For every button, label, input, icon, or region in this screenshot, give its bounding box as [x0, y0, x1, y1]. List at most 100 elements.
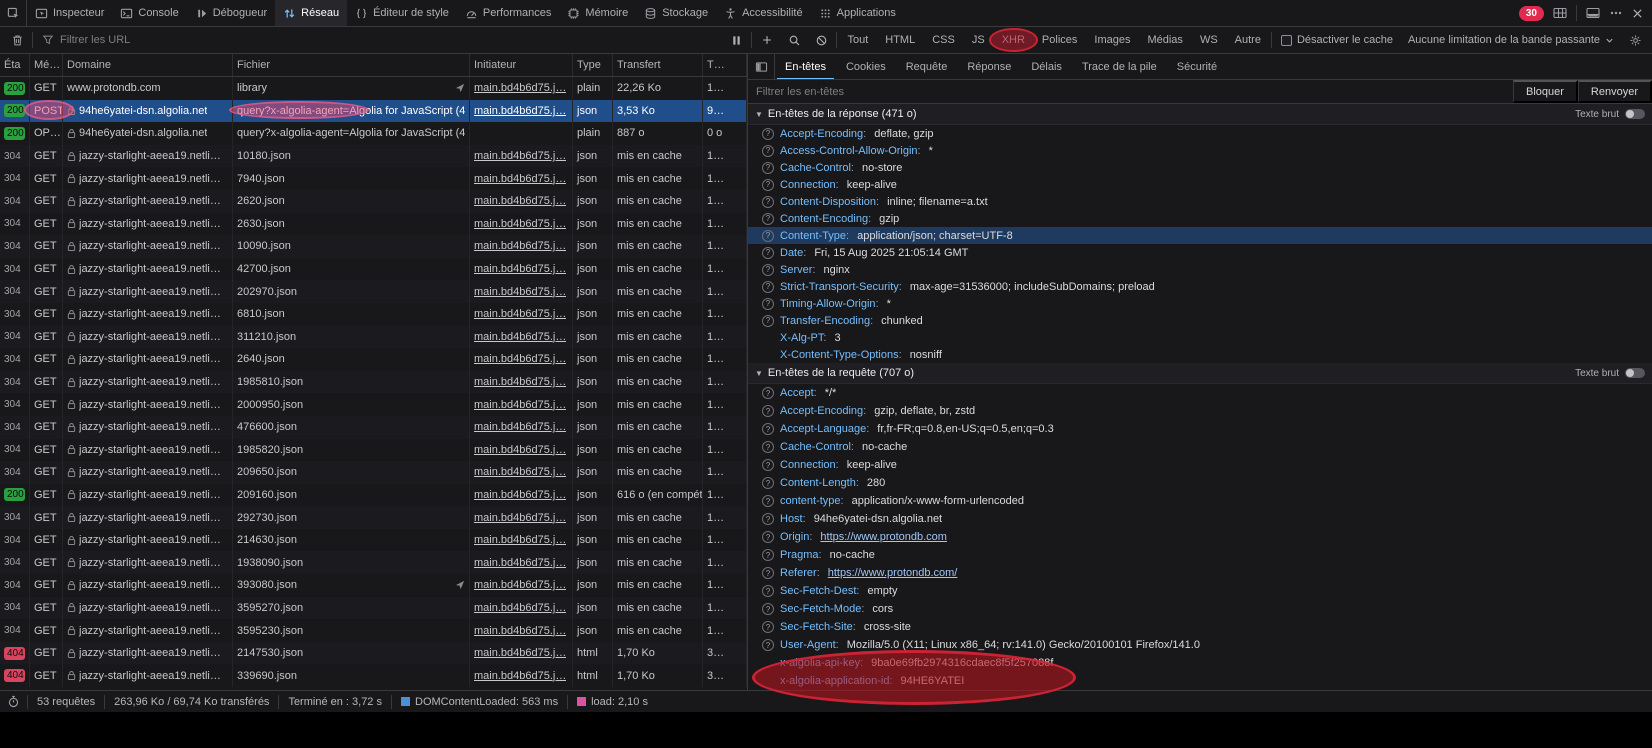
tab-cookies[interactable]: Cookies: [836, 54, 896, 79]
table-row[interactable]: 404 GET jazzy-starlight-aeea19.netli… 33…: [0, 664, 747, 687]
tab-requete[interactable]: Requête: [896, 54, 958, 79]
table-row[interactable]: 304 GET jazzy-starlight-aeea19.netli… 47…: [0, 416, 747, 439]
initiator-link[interactable]: main.bd4b6d75.j…: [474, 218, 566, 230]
header-row[interactable]: X-Content-Type-Options nosniff: [748, 346, 1652, 363]
pick-element-button[interactable]: [0, 0, 27, 26]
header-row[interactable]: Server nginx: [748, 261, 1652, 278]
header-row[interactable]: Sec-Fetch-Site cross-site: [748, 618, 1652, 636]
table-row[interactable]: 200 GET www.protondb.com library main.: [0, 77, 747, 100]
header-row[interactable]: Access-Control-Allow-Origin *: [748, 142, 1652, 159]
filter-tout[interactable]: Tout: [841, 32, 874, 48]
table-row[interactable]: 304 GET jazzy-starlight-aeea19.netli… 19…: [0, 371, 747, 394]
table-row[interactable]: 200 GET jazzy-starlight-aeea19.netli… 20…: [0, 484, 747, 507]
filter-ws[interactable]: WS: [1194, 32, 1224, 48]
initiator-cell[interactable]: main.bd4b6d75.j…: [470, 348, 573, 371]
initiator-link[interactable]: main.bd4b6d75.j…: [474, 647, 566, 659]
tab-securite[interactable]: Sécurité: [1167, 54, 1227, 79]
header-row[interactable]: Accept-Encoding gzip, deflate, br, zstd: [748, 402, 1652, 420]
table-row[interactable]: 304 GET jazzy-starlight-aeea19.netli… 10…: [0, 235, 747, 258]
filter-js[interactable]: JS: [966, 32, 991, 48]
header-row[interactable]: Content-Encoding gzip: [748, 210, 1652, 227]
initiator-link[interactable]: main.bd4b6d75.j…: [474, 512, 566, 524]
table-row[interactable]: 404 GET jazzy-starlight-aeea19.netli… 21…: [0, 642, 747, 665]
column-header-initiator[interactable]: Initiateur: [470, 54, 573, 76]
table-row[interactable]: 304 GET jazzy-starlight-aeea19.netli… 26…: [0, 348, 747, 371]
resend-button[interactable]: Renvoyer: [1578, 80, 1652, 103]
header-row[interactable]: Origin https://www.protondb.com: [748, 528, 1652, 546]
table-row[interactable]: 304 GET jazzy-starlight-aeea19.netli… 35…: [0, 619, 747, 642]
initiator-link[interactable]: main.bd4b6d75.j…: [474, 173, 566, 185]
header-row[interactable]: Content-Disposition inline; filename=a.t…: [748, 193, 1652, 210]
error-count-badge[interactable]: 30: [1519, 6, 1544, 21]
tab-performances[interactable]: Performances: [457, 0, 559, 26]
filter-xhr[interactable]: XHR: [996, 32, 1031, 48]
header-row[interactable]: Accept-Language fr,fr-FR;q=0.8,en-US;q=0…: [748, 420, 1652, 438]
table-row[interactable]: 304 GET jazzy-starlight-aeea19.netli… 42…: [0, 258, 747, 281]
throttling-select[interactable]: Aucune limitation de la bande passante: [1402, 34, 1620, 46]
header-row[interactable]: Date Fri, 15 Aug 2025 21:05:14 GMT: [748, 244, 1652, 261]
tab-memoire[interactable]: Mémoire: [559, 0, 636, 26]
header-row[interactable]: Transfer-Encoding chunked: [748, 312, 1652, 329]
initiator-link[interactable]: main.bd4b6d75.j…: [474, 625, 566, 637]
header-row[interactable]: content-type application/x-www-form-urle…: [748, 492, 1652, 510]
column-header-method[interactable]: Mé…: [30, 54, 63, 76]
tab-reponse[interactable]: Réponse: [957, 54, 1021, 79]
performance-analysis-button[interactable]: [0, 695, 27, 708]
table-row[interactable]: 304 GET jazzy-starlight-aeea19.netli… 20…: [0, 280, 747, 303]
header-row[interactable]: Connection keep-alive: [748, 176, 1652, 193]
initiator-cell[interactable]: main.bd4b6d75.j…: [470, 190, 573, 213]
initiator-cell[interactable]: main.bd4b6d75.j…: [470, 303, 573, 326]
har-settings-button[interactable]: [1623, 30, 1647, 51]
initiator-cell[interactable]: main.bd4b6d75.j…: [470, 551, 573, 574]
tab-accessibilite[interactable]: Accessibilité: [716, 0, 811, 26]
filter-medias[interactable]: Médias: [1141, 32, 1188, 48]
tab-applications[interactable]: Applications: [811, 0, 904, 26]
table-row[interactable]: 304 GET jazzy-starlight-aeea19.netli… 39…: [0, 574, 747, 597]
kebab-menu-icon[interactable]: [1609, 7, 1623, 19]
initiator-cell[interactable]: main.bd4b6d75.j…: [470, 371, 573, 394]
initiator-cell[interactable]: main.bd4b6d75.j…: [470, 235, 573, 258]
header-row[interactable]: x-algolia-api-key 9ba0e69fb2974316cdaec8…: [748, 654, 1652, 672]
header-row[interactable]: Timing-Allow-Origin *: [748, 295, 1652, 312]
tab-delais[interactable]: Délais: [1021, 54, 1072, 79]
headers-filter-input[interactable]: Filtrer les en-têtes: [748, 86, 1513, 98]
tab-debogueur[interactable]: Débogueur: [187, 0, 275, 26]
header-row[interactable]: Strict-Transport-Security max-age=315360…: [748, 278, 1652, 295]
header-row[interactable]: Accept-Encoding deflate, gzip: [748, 125, 1652, 142]
initiator-link[interactable]: main.bd4b6d75.j…: [474, 444, 566, 456]
new-request-button[interactable]: [755, 30, 779, 51]
initiator-cell[interactable]: main.bd4b6d75.j…: [470, 280, 573, 303]
initiator-link[interactable]: main.bd4b6d75.j…: [474, 421, 566, 433]
initiator-cell[interactable]: main.bd4b6d75.j…: [470, 597, 573, 620]
initiator-cell[interactable]: main.bd4b6d75.j…: [470, 664, 573, 687]
initiator-link[interactable]: main.bd4b6d75.j…: [474, 105, 566, 117]
column-header-transfer[interactable]: Transfert: [613, 54, 703, 76]
response-headers-section-header[interactable]: En-têtes de la réponse (471 o) Texte bru…: [748, 104, 1652, 125]
sidebar-toggle-button[interactable]: [748, 54, 775, 79]
initiator-cell[interactable]: main.bd4b6d75.j…: [470, 167, 573, 190]
header-row[interactable]: Accept */*: [748, 384, 1652, 402]
initiator-link[interactable]: main.bd4b6d75.j…: [474, 150, 566, 162]
initiator-link[interactable]: main.bd4b6d75.j…: [474, 466, 566, 478]
filter-html[interactable]: HTML: [879, 32, 921, 48]
initiator-cell[interactable]: main.bd4b6d75.j…: [470, 506, 573, 529]
initiator-link[interactable]: main.bd4b6d75.j…: [474, 263, 566, 275]
initiator-cell[interactable]: main.bd4b6d75.j…: [470, 145, 573, 168]
header-row[interactable]: Sec-Fetch-Mode cors: [748, 600, 1652, 618]
initiator-cell[interactable]: main.bd4b6d75.j…: [470, 416, 573, 439]
url-filter-input[interactable]: Filtrer les URL: [36, 34, 721, 46]
pause-recording-button[interactable]: [724, 30, 748, 51]
tab-stockage[interactable]: Stockage: [636, 0, 716, 26]
table-row[interactable]: 304 GET jazzy-starlight-aeea19.netli… 26…: [0, 213, 747, 236]
initiator-cell[interactable]: main.bd4b6d75.j…: [470, 619, 573, 642]
initiator-link[interactable]: main.bd4b6d75.j…: [474, 195, 566, 207]
initiator-link[interactable]: main.bd4b6d75.j…: [474, 557, 566, 569]
header-row[interactable]: Cache-Control no-cache: [748, 438, 1652, 456]
header-row[interactable]: Content-Type application/json; charset=U…: [748, 227, 1652, 244]
header-row[interactable]: User-Agent Mozilla/5.0 (X11; Linux x86_6…: [748, 636, 1652, 654]
initiator-link[interactable]: main.bd4b6d75.j…: [474, 286, 566, 298]
initiator-cell[interactable]: main.bd4b6d75.j…: [470, 642, 573, 665]
table-row[interactable]: 200 POST 94he6yatei-dsn.algolia.net quer…: [0, 100, 747, 123]
tab-console[interactable]: Console: [112, 0, 186, 26]
initiator-cell[interactable]: main.bd4b6d75.j…: [470, 213, 573, 236]
